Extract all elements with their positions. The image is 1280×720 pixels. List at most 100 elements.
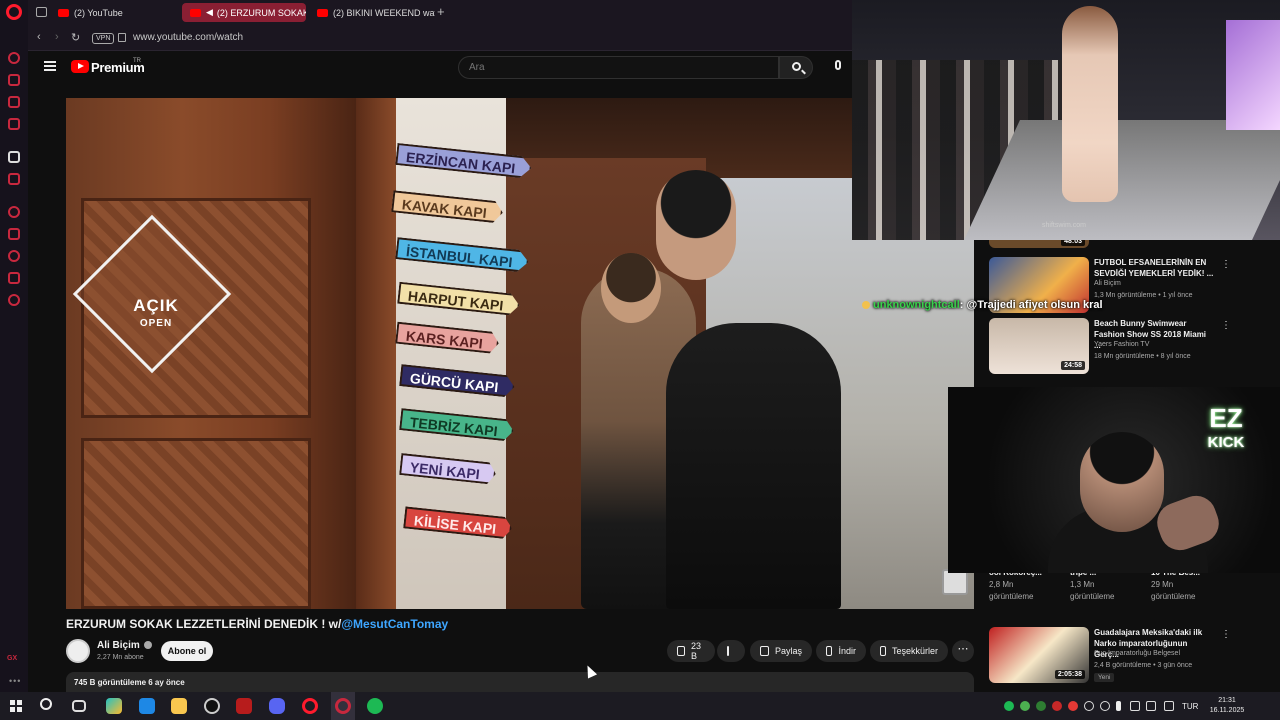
share-button[interactable]: Paylaş xyxy=(750,640,812,662)
reload-button[interactable]: ↻ xyxy=(71,31,80,44)
tray-app-icon[interactable] xyxy=(1130,701,1140,711)
opera-taskbar-icon[interactable] xyxy=(302,698,318,714)
edge-icon[interactable] xyxy=(139,698,155,714)
aria-icon[interactable] xyxy=(8,52,20,64)
player-icon[interactable] xyxy=(8,206,20,218)
recommendation-partial[interactable]: 48:03 xyxy=(989,232,1269,258)
opera-logo-icon[interactable] xyxy=(6,4,22,20)
rec-thumbnail[interactable]: 24:58 xyxy=(989,318,1089,374)
grid-views-suffix: görüntüleme xyxy=(1070,592,1115,601)
description-box[interactable]: 745 B görüntüleme 6 ay önce xyxy=(66,672,974,692)
door-panel xyxy=(81,438,311,609)
bookmark-icon[interactable] xyxy=(8,228,20,240)
grid-views-suffix: görüntüleme xyxy=(1151,592,1196,601)
network-icon[interactable] xyxy=(1146,701,1156,711)
settings-icon[interactable] xyxy=(8,294,20,306)
rec-channel[interactable]: Suç İmparatorluğu Belgesel xyxy=(1094,650,1180,657)
steam-icon[interactable] xyxy=(204,698,220,714)
copilot-icon[interactable] xyxy=(106,698,122,714)
vpn-badge[interactable]: VPN xyxy=(92,33,115,44)
country-code: TR xyxy=(133,58,141,64)
tray-app-icon[interactable] xyxy=(1052,701,1062,711)
like-count: 23 B xyxy=(691,641,702,661)
tray-app-icon[interactable] xyxy=(1100,701,1110,711)
subscribe-button[interactable]: Abone ol xyxy=(161,641,213,661)
tray-app-icon[interactable] xyxy=(1036,701,1046,711)
views-date: 745 B görüntüleme 6 ay önce xyxy=(74,678,185,687)
volume-icon[interactable] xyxy=(1164,701,1174,711)
opera-gx-icon[interactable] xyxy=(335,698,351,714)
grid-views-suffix: görüntüleme xyxy=(989,592,1034,601)
recommendation-item[interactable]: 2:05:38 Guadalajara Meksika'daki ilk Nar… xyxy=(989,627,1269,691)
kebab-menu-icon[interactable]: ⋮ xyxy=(1221,259,1231,270)
microphone-icon[interactable] xyxy=(1116,701,1121,711)
more-actions-button[interactable]: ⋯ xyxy=(952,640,974,662)
bag-icon[interactable] xyxy=(8,74,20,86)
rec-meta: 1,3 Mn görüntüleme • 1 yıl önce xyxy=(1094,292,1193,299)
search-input[interactable] xyxy=(458,56,779,79)
extensions-icon[interactable] xyxy=(8,272,20,284)
tab-youtube[interactable]: (2) YouTube xyxy=(50,3,190,22)
history-icon[interactable] xyxy=(8,250,20,262)
kick-text: KICK xyxy=(1207,434,1245,451)
back-button[interactable]: ‹ xyxy=(37,31,41,43)
avatar[interactable] xyxy=(66,639,90,663)
channel-name[interactable]: Ali Biçim xyxy=(97,640,152,651)
download-button[interactable]: İndir xyxy=(816,640,866,662)
like-button[interactable]: 23 B xyxy=(667,640,715,662)
recommendation-item[interactable]: 24:58 Beach Bunny Swimwear Fashion Show … xyxy=(989,318,1269,382)
kebab-menu-icon[interactable]: ⋮ xyxy=(1221,629,1231,640)
video-player[interactable]: AÇIK OPEN ERZİNCAN KAPI KAVAK KAPI İSTAN… xyxy=(66,98,974,609)
rec-channel[interactable]: Ali Biçim xyxy=(1094,280,1121,287)
tab-erzurum[interactable]: ◀ (2) ERZURUM SOKAK xyxy=(182,3,306,22)
discord-icon[interactable] xyxy=(269,698,285,714)
rec-title[interactable]: FUTBOL EFSANELERİNİN EN SEVDİĞİ YEMEKLER… xyxy=(1094,257,1214,279)
spotify-icon[interactable] xyxy=(367,698,383,714)
rec-thumbnail[interactable]: 2:05:38 xyxy=(989,627,1089,683)
windows-start-icon[interactable] xyxy=(10,700,22,712)
runway-overlay: shiftswim.com xyxy=(852,0,1280,240)
lock-icon[interactable] xyxy=(118,33,126,42)
backdrop-screen xyxy=(1226,20,1280,130)
chat-text: : @Trajjedi afiyet olsun kral xyxy=(959,299,1103,311)
tiktok-icon[interactable] xyxy=(8,151,20,163)
task-view-icon[interactable] xyxy=(72,700,86,712)
tab-label: (2) YouTube xyxy=(74,7,123,18)
rec-channel[interactable]: Yaers Fashion TV xyxy=(1094,341,1149,348)
runway-model xyxy=(1062,6,1118,202)
channel-name-text[interactable]: Ali Biçim xyxy=(97,640,140,651)
file-explorer-icon[interactable] xyxy=(171,698,187,714)
url-field[interactable]: www.youtube.com/watch xyxy=(133,32,243,43)
messenger-icon[interactable] xyxy=(8,96,20,108)
webcam-overlay: EZ KICK xyxy=(948,387,1280,573)
mic-icon xyxy=(835,60,841,70)
tab-bikini[interactable]: (2) BIKINI WEEKEND wat xyxy=(309,3,435,22)
tab-menu-icon[interactable] xyxy=(36,7,47,17)
tray-spotify-icon[interactable] xyxy=(1004,701,1014,711)
mention-link[interactable]: @MesutCanTomay xyxy=(341,617,448,631)
tray-app-icon[interactable] xyxy=(1020,701,1030,711)
mail-icon[interactable] xyxy=(8,118,20,130)
video-title-text: ERZURUM SOKAK LEZZETLERİNİ DENEDİK ! w/ xyxy=(66,617,342,631)
open-sign-small: OPEN xyxy=(139,318,173,329)
twitch-icon[interactable] xyxy=(8,173,20,185)
language-indicator[interactable]: TUR xyxy=(1182,702,1198,711)
super-thanks-icon xyxy=(880,646,886,656)
wolt-icon[interactable] xyxy=(236,698,252,714)
voice-search-button[interactable] xyxy=(827,56,850,79)
new-tab-button[interactable]: + xyxy=(437,4,445,19)
system-clock[interactable]: 21:31 16.11.2025 xyxy=(1204,696,1250,716)
taskbar-search-icon[interactable] xyxy=(40,698,52,710)
more-icon[interactable]: ••• xyxy=(9,676,21,686)
kebab-menu-icon[interactable]: ⋮ xyxy=(1221,320,1231,331)
thanks-button[interactable]: Teşekkürler xyxy=(870,640,948,662)
forward-button[interactable]: › xyxy=(55,31,59,43)
rec-meta: 2,4 B görüntüleme • 3 gün önce xyxy=(1094,662,1193,669)
tray-app-icon[interactable] xyxy=(1084,701,1094,711)
menu-icon[interactable] xyxy=(44,61,56,71)
dislike-button[interactable] xyxy=(717,640,745,662)
search-button[interactable] xyxy=(779,56,813,79)
tray-app-icon[interactable] xyxy=(1068,701,1078,711)
youtube-logo-icon[interactable] xyxy=(71,60,89,73)
gx-icon[interactable]: GX xyxy=(7,655,17,662)
